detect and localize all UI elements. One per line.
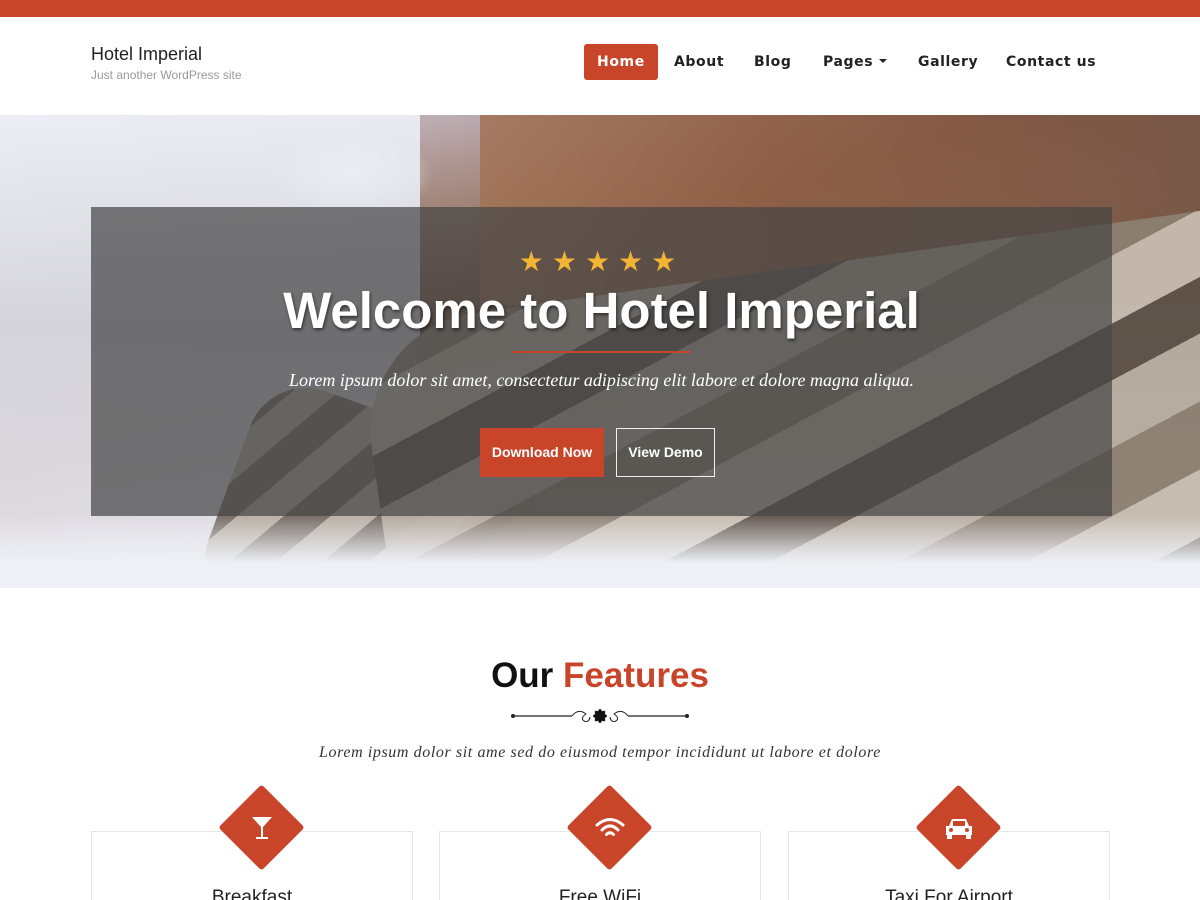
hero-bg-sheet xyxy=(0,515,1200,588)
features-heading: Our Features xyxy=(0,656,1200,696)
nav-item-pages-label: Pages xyxy=(823,54,874,70)
nav-item-home-label: Home xyxy=(597,54,645,70)
nav-item-gallery-label: Gallery xyxy=(918,54,979,70)
star-icon: ★ xyxy=(618,245,652,278)
nav-item-contact-label: Contact us xyxy=(1006,54,1097,70)
star-rating: ★★★★★ xyxy=(91,245,1112,278)
feature-card-title: Breakfast xyxy=(211,887,293,900)
nav-item-about-label: About xyxy=(674,54,725,70)
nav-item-blog-label: Blog xyxy=(754,54,792,70)
star-icon: ★ xyxy=(651,245,685,278)
star-icon: ★ xyxy=(584,245,619,278)
car-icon xyxy=(916,805,1002,851)
hero-title: Welcome to Hotel Imperial xyxy=(283,282,920,339)
star-icon: ★ xyxy=(551,245,585,278)
nav-item-blog[interactable]: Blog xyxy=(754,44,792,80)
feature-card-title: Taxi For Airport xyxy=(885,887,1013,900)
site-header: Hotel Imperial Just another WordPress si… xyxy=(0,17,1200,115)
download-now-button[interactable]: Download Now xyxy=(480,428,604,477)
top-accent-bar xyxy=(0,0,1200,17)
features-subtitle: Lorem ipsum dolor sit ame sed do eiusmod… xyxy=(319,744,881,761)
hero-title-underline xyxy=(512,351,691,353)
ornament-divider-icon xyxy=(511,709,689,723)
nav-item-gallery[interactable]: Gallery xyxy=(918,44,978,80)
hero-banner: ★★★★★ Welcome to Hotel Imperial Lorem ip… xyxy=(0,115,1200,588)
nav-item-about[interactable]: About xyxy=(674,44,724,80)
wifi-icon xyxy=(567,805,653,851)
caret-down-icon xyxy=(879,59,888,63)
hero-subtitle: Lorem ipsum dolor sit amet, consectetur … xyxy=(289,370,914,390)
nav-item-home[interactable]: Home xyxy=(584,44,658,80)
hero-overlay-box: ★★★★★ Welcome to Hotel Imperial Lorem ip… xyxy=(91,207,1112,516)
features-heading-plain: Our xyxy=(491,656,554,695)
nav-item-contact[interactable]: Contact us xyxy=(1006,44,1096,80)
nav-item-pages[interactable]: Pages xyxy=(823,44,888,80)
view-demo-button[interactable]: View Demo xyxy=(616,428,715,477)
star-icon: ★ xyxy=(518,245,552,278)
feature-card-title: Free WiFi xyxy=(558,887,642,900)
features-heading-accent: Features xyxy=(563,656,709,695)
main-nav: Home About Blog Pages Gallery Contact us xyxy=(0,44,1200,80)
cocktail-glass-icon xyxy=(219,805,305,851)
